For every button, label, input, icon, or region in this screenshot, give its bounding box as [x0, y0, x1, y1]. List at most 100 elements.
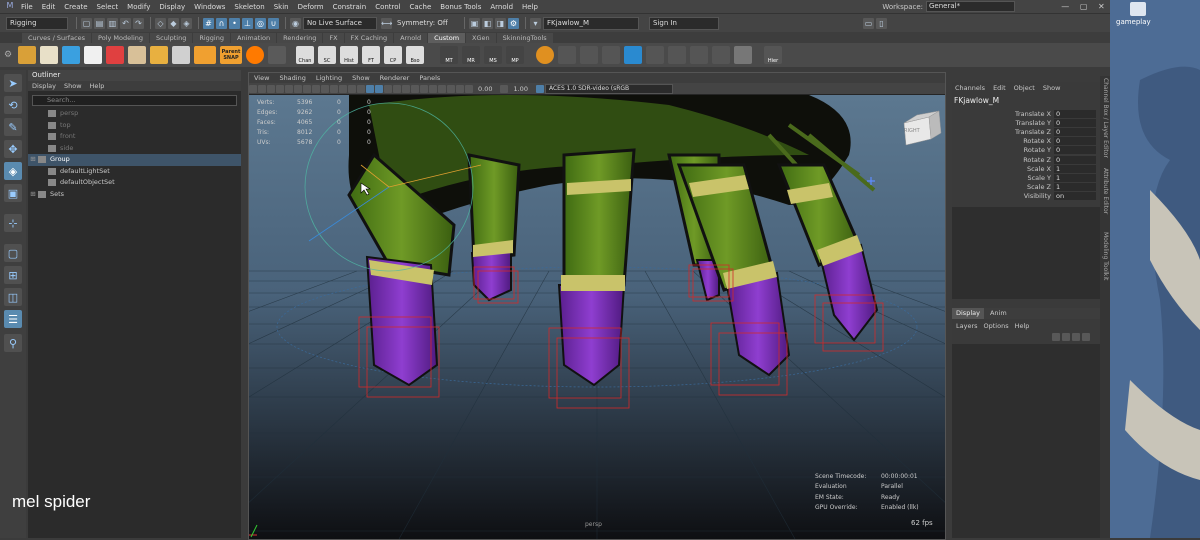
- snap-surface-icon[interactable]: ◎: [255, 17, 266, 29]
- gate-mask-icon[interactable]: [312, 84, 320, 93]
- viewport-menu-show[interactable]: Show: [352, 73, 370, 83]
- channel-attribute-label[interactable]: Rotate Z: [952, 156, 1054, 164]
- shelf-mr-button[interactable]: MR: [462, 46, 480, 64]
- shelf-tab-custom[interactable]: Custom: [428, 33, 466, 43]
- shelf-tab-sculpting[interactable]: Sculpting: [150, 33, 193, 43]
- shelf-cp-button[interactable]: CP: [384, 46, 402, 64]
- channel-attribute-row[interactable]: Rotate Y0: [952, 146, 1100, 155]
- shelf-tool-8-icon[interactable]: [172, 46, 190, 64]
- shelf-tab-fx-caching[interactable]: FX Caching: [344, 33, 394, 43]
- undo-icon[interactable]: ↶: [120, 17, 131, 29]
- render-settings-icon[interactable]: ⚙: [508, 17, 519, 29]
- menu-windows[interactable]: Windows: [194, 3, 225, 11]
- zoom-tool-icon[interactable]: ⚲: [4, 334, 22, 352]
- safe-action-icon[interactable]: [330, 84, 338, 93]
- channel-attribute-label[interactable]: Scale Y: [952, 174, 1054, 182]
- menu-modify[interactable]: Modify: [127, 3, 150, 11]
- menu-edit[interactable]: Edit: [42, 3, 56, 11]
- channel-attribute-row[interactable]: Rotate Z0: [952, 155, 1100, 164]
- shelf-tab-curves-surfaces[interactable]: Curves / Surfaces: [22, 33, 92, 43]
- viewport-menu-lighting[interactable]: Lighting: [316, 73, 342, 83]
- shelf-tab-xgen[interactable]: XGen: [466, 33, 496, 43]
- shelf-mt-button[interactable]: MT: [440, 46, 458, 64]
- folder-icon[interactable]: [1130, 2, 1146, 16]
- new-scene-icon[interactable]: ▢: [81, 17, 92, 29]
- field-chart-icon[interactable]: [321, 84, 329, 93]
- close-icon[interactable]: ✕: [1098, 2, 1105, 11]
- rotate-tool-icon[interactable]: ◈: [4, 162, 22, 180]
- shelf-tool-t-icon[interactable]: [624, 46, 642, 64]
- move-tool-icon[interactable]: ✥: [4, 140, 22, 158]
- outliner-menu-help[interactable]: Help: [90, 81, 105, 91]
- render-frame-icon[interactable]: ◧: [482, 17, 493, 29]
- snap-curve-icon[interactable]: ∩: [216, 17, 227, 29]
- channel-attribute-value[interactable]: 0: [1054, 137, 1096, 146]
- redo-icon[interactable]: ↷: [133, 17, 144, 29]
- shelf-tool-3-icon[interactable]: [62, 46, 80, 64]
- channel-attribute-label[interactable]: Translate Y: [952, 119, 1054, 127]
- shelf-tool-5-icon[interactable]: [106, 46, 124, 64]
- outliner-item[interactable]: top: [28, 120, 241, 132]
- wireframe-on-shaded-icon[interactable]: [366, 84, 374, 93]
- shelf-tool-skin-icon[interactable]: [712, 46, 730, 64]
- shelf-tab-rendering[interactable]: Rendering: [277, 33, 323, 43]
- menu-control[interactable]: Control: [375, 3, 400, 11]
- camera-attr-icon[interactable]: [258, 84, 266, 93]
- outliner-item[interactable]: ⊞ Group: [28, 154, 241, 166]
- channel-menu-show[interactable]: Show: [1043, 82, 1061, 94]
- sidebar-toggle-icon[interactable]: ▯: [876, 17, 887, 29]
- xray-joints-icon[interactable]: [447, 84, 455, 93]
- menu-constrain[interactable]: Constrain: [333, 3, 367, 11]
- layer-tab-anim[interactable]: Anim: [984, 308, 1013, 319]
- outliner-item[interactable]: side: [28, 143, 241, 155]
- channel-attribute-value[interactable]: 0: [1054, 155, 1096, 164]
- outliner-item[interactable]: defaultLightSet: [28, 166, 241, 178]
- channel-attribute-row[interactable]: Translate X0: [952, 109, 1100, 118]
- outliner-layout-icon[interactable]: ☰: [4, 310, 22, 328]
- shelf-hier-button[interactable]: Hier: [764, 46, 782, 64]
- channel-menu-channels[interactable]: Channels: [955, 82, 985, 94]
- image-plane-icon[interactable]: [276, 84, 284, 93]
- shelf-tool-2-icon[interactable]: [40, 46, 58, 64]
- outliner-item[interactable]: ⊞ Sets: [28, 189, 241, 201]
- scale-tool-icon[interactable]: ▣: [4, 184, 22, 202]
- symmetry-dropdown[interactable]: Symmetry: Off: [394, 18, 456, 29]
- four-pane-layout-icon[interactable]: ⊞: [4, 266, 22, 284]
- shelf-tool-11-icon[interactable]: [246, 46, 264, 64]
- snap-view-icon[interactable]: ⊥: [242, 17, 253, 29]
- viewport-scene[interactable]: RIGHT Verts: 5396 0 0 Edges: 9262 0 0 Faces: 4065…: [249, 95, 945, 539]
- channel-attribute-label[interactable]: Translate Z: [952, 128, 1054, 136]
- color-management-icon[interactable]: [535, 84, 544, 93]
- camera-select-icon[interactable]: [249, 84, 257, 93]
- shelf-hist-button[interactable]: Hist: [340, 46, 358, 64]
- film-gate-icon[interactable]: [294, 84, 302, 93]
- parent-snap-button[interactable]: Parent SNAP: [220, 46, 242, 64]
- layer-menu-options[interactable]: Options: [984, 322, 1009, 330]
- shelf-tab-rigging[interactable]: Rigging: [193, 33, 230, 43]
- anti-alias-icon[interactable]: [420, 84, 428, 93]
- gamma-value[interactable]: 1.00: [513, 85, 527, 93]
- outliner-item[interactable]: defaultObjectSet: [28, 177, 241, 189]
- channel-attribute-row[interactable]: Rotate X0: [952, 137, 1100, 146]
- shelf-tool-12-icon[interactable]: [268, 46, 286, 64]
- shelf-mp-button[interactable]: MP: [506, 46, 524, 64]
- shelf-ft-button[interactable]: FT: [362, 46, 380, 64]
- resolution-gate-icon[interactable]: [303, 84, 311, 93]
- magnet-icon[interactable]: ∪: [268, 17, 279, 29]
- channel-attribute-value[interactable]: 1: [1054, 164, 1096, 173]
- new-layer-icon[interactable]: [1052, 333, 1060, 341]
- shelf-tool-grid-icon[interactable]: [646, 46, 664, 64]
- shelf-tool-dots-icon[interactable]: [668, 46, 686, 64]
- shelf-chan-button[interactable]: Chan: [296, 46, 314, 64]
- expand-icon[interactable]: ⊞: [28, 154, 38, 166]
- live-surface-icon[interactable]: ◉: [290, 17, 301, 29]
- lasso-tool-icon[interactable]: ⟲: [4, 96, 22, 114]
- channel-attribute-label[interactable]: Scale Z: [952, 183, 1054, 191]
- channel-attribute-value[interactable]: 0: [1054, 109, 1096, 118]
- channel-attribute-label[interactable]: Rotate Y: [952, 146, 1054, 154]
- channel-menu-object[interactable]: Object: [1014, 82, 1035, 94]
- menu-help[interactable]: Help: [522, 3, 538, 11]
- smooth-shade-icon[interactable]: [357, 84, 365, 93]
- bookmark-icon[interactable]: [267, 84, 275, 93]
- outliner-menu-display[interactable]: Display: [32, 81, 56, 91]
